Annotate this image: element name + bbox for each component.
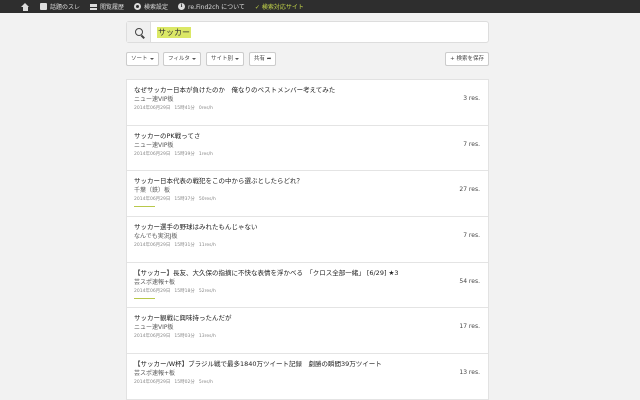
thread-time: 15時18分 [174,288,195,294]
thread-title[interactable]: 【サッカー/W杯】ブラジル戦で最多1840万ツイート記録 劇勝の瞬間39万ツイー… [134,358,382,368]
activity-bar [134,206,155,208]
thread-meta: 2014年06月29日 15時18分 52res/h [134,288,220,294]
results-list: なぜサッカー日本が負けたのか 俺なりのベストメンバー考えてみた ニュー速VIP板… [126,79,489,400]
thread-time: 15時41分 [174,106,195,111]
board-name: ニュー速VIP板 [134,141,174,149]
res-count: 54 res. [459,277,480,285]
res-count: 7 res. [463,140,480,148]
board-name: 芸スポ速報+板 [134,370,176,378]
save-search-label: + 検索を保存 [450,56,484,62]
search-bar: サッカー [126,21,489,43]
thread-speed: 11res/h [198,243,216,249]
res-count: 13 res. [459,369,480,377]
thread-title[interactable]: サッカーのPK戦ってさ [134,130,200,140]
thread-title[interactable]: なぜサッカー日本が負けたのか 俺なりのベストメンバー考えてみた [134,84,335,94]
thread-meta: 2014年06月29日 15時02分 5res/h [134,379,217,385]
save-search-button[interactable]: + 検索を保存 [445,52,489,66]
activity-bar [134,297,155,299]
gear-icon [134,3,142,10]
sort-dropdown[interactable]: ソート [126,52,159,66]
list-item[interactable]: 【サッカー】長友、大久保の指摘に不快な表情を浮かべる 「クロス全部一緒」 [6/… [127,263,488,309]
nav-history[interactable]: 閲覧履歴 [85,0,129,13]
filter-dropdown[interactable]: フィルタ [163,52,201,66]
thread-date: 2014年06月29日 [134,106,171,111]
board-name: ニュー速VIP板 [134,324,174,332]
thread-title[interactable]: 【サッカー】長友、大久保の指摘に不快な表情を浮かべる 「クロス全部一緒」 [6/… [134,267,399,277]
list-icon [90,3,98,10]
thread-speed: 50res/h [198,197,216,203]
home-icon [21,2,29,11]
thread-speed: 1res/h [198,151,213,157]
nav-history-label: 閲覧履歴 [100,4,125,11]
board-name: ニュー速VIP板 [134,96,174,103]
nav-about[interactable]: i re.Find2ch について [173,0,250,13]
res-count: 27 res. [459,186,480,194]
thread-title[interactable]: サッカー観戦に興味持ったんだが [134,312,232,322]
site-dropdown[interactable]: サイト別 [206,52,245,66]
thread-speed: 13res/h [198,334,216,340]
thread-meta: 2014年06月29日 15時39分 1res/h [134,151,217,157]
search-icon [134,28,143,36]
thread-speed: 0res/h [198,106,213,111]
thread-date: 2014年06月29日 [134,288,171,294]
thread-meta: 2014年06月29日 15時37分 50res/h [134,196,220,202]
search-input[interactable]: サッカー [151,22,488,42]
chevron-down-icon [149,57,154,60]
thread-date: 2014年06月29日 [134,380,171,386]
nav-settings-label: 検索設定 [144,4,169,11]
thread-time: 15時37分 [174,197,195,203]
list-item[interactable]: サッカー日本代表の戦犯をこの中から選ぶとしたらどれ？ 千葉（鉄）板 2014年0… [127,171,488,218]
list-item[interactable]: サッカー選手の野球はみれたもんじゃない なんでも実況J板 2014年06月29日… [127,217,488,263]
filter-label: フィルタ [168,56,190,62]
thread-meta: 2014年06月29日 15時03分 13res/h [134,333,220,339]
thread-date: 2014年06月29日 [134,151,171,157]
thread-meta: 2014年06月29日 15時31分 11res/h [134,242,220,248]
list-item[interactable]: 【サッカー/W杯】ブラジル戦で最多1840万ツイート記録 劇勝の瞬間39万ツイー… [127,354,488,400]
list-item[interactable]: サッカー観戦に興味持ったんだが ニュー速VIP板 2014年06月29日 15時0… [127,308,488,355]
thread-title[interactable]: サッカー日本代表の戦犯をこの中から選ぶとしたらどれ？ [134,175,303,185]
fire-icon [40,3,47,10]
nav-settings[interactable]: 検索設定 [129,0,173,13]
thread-date: 2014年06月29日 [134,243,171,249]
board-name: 千葉（鉄）板 [134,187,171,195]
top-nav: 話題のスレ 閲覧履歴 検索設定 i re.Find2ch について ✓ 検索対応… [0,0,640,13]
thread-title[interactable]: サッカー選手の野球はみれたもんじゃない [134,221,258,231]
sort-label: ソート [131,56,148,62]
res-count: 7 res. [463,232,480,240]
nav-supported-sites-label: ✓ 検索対応サイト [254,4,304,11]
share-label: 共有 ➦ [254,56,272,62]
board-name: 芸スポ速報+板 [134,278,176,286]
thread-time: 15時02分 [174,380,195,386]
filter-toolbar: ソート フィルタ サイト別 共有 ➦ + 検索を保存 [126,52,489,66]
chevron-down-icon [191,57,196,60]
nav-trending-label: 話題のスレ [50,4,81,11]
list-item[interactable]: サッカーのPK戦ってさ ニュー速VIP板 2014年06月29日 15時39分 1r… [127,126,488,172]
share-button[interactable]: 共有 ➦ [249,52,277,66]
thread-date: 2014年06月29日 [134,334,171,340]
nav-supported-sites[interactable]: ✓ 検索対応サイト [250,0,309,13]
home-link[interactable] [0,0,35,13]
chevron-down-icon [235,57,240,60]
search-button[interactable] [127,22,151,42]
nav-trending[interactable]: 話題のスレ [35,0,85,13]
res-count: 3 res. [463,95,480,102]
nav-about-label: re.Find2ch について [188,4,245,11]
thread-time: 15時31分 [174,243,195,249]
res-count: 17 res. [459,323,480,331]
thread-time: 15時03分 [174,334,195,340]
thread-time: 15時39分 [174,151,195,157]
thread-date: 2014年06月29日 [134,197,171,203]
search-query: サッカー [157,26,191,38]
info-icon: i [178,3,186,10]
board-name: なんでも実況J板 [134,233,178,241]
list-item[interactable]: なぜサッカー日本が負けたのか 俺なりのベストメンバー考えてみた ニュー速VIP板… [127,80,488,126]
thread-speed: 52res/h [198,288,216,294]
thread-meta: 2014年06月29日 15時41分 0res/h [134,105,217,111]
site-label: サイト別 [211,56,234,62]
thread-speed: 5res/h [198,380,213,386]
